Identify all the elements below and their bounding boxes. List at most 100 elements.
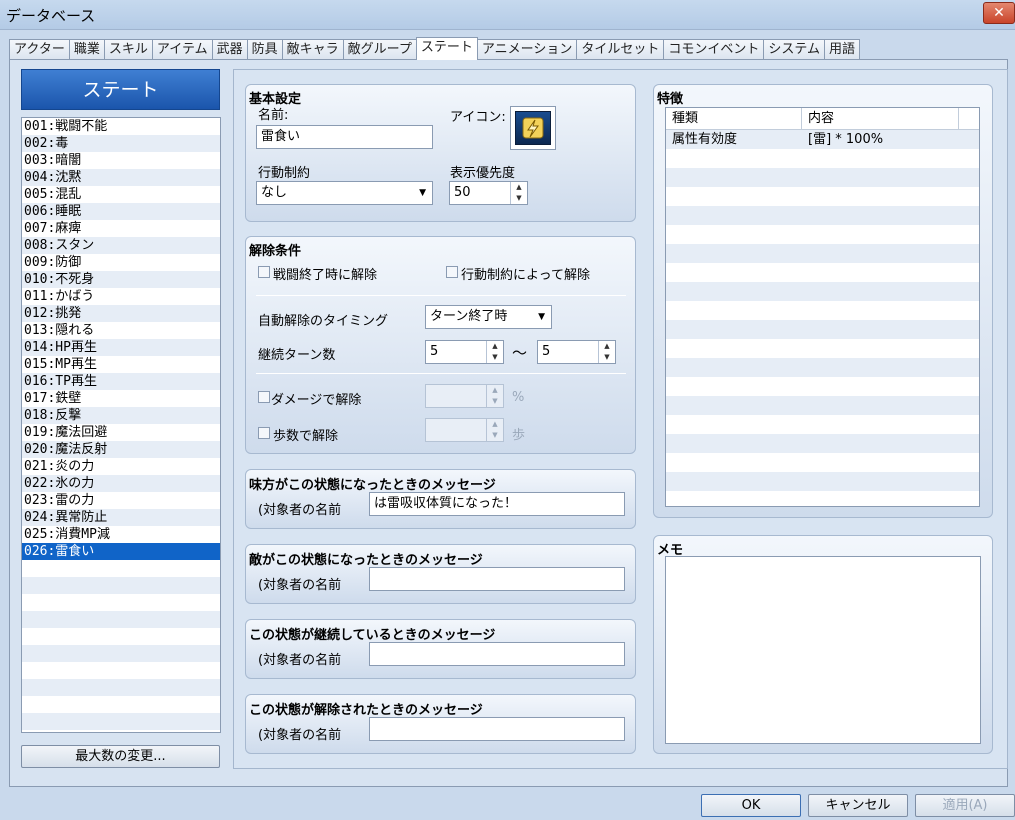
table-row[interactable] — [666, 149, 979, 168]
spin-down-icon[interactable]: ▼ — [487, 352, 503, 363]
list-item[interactable]: 026:雷食い — [22, 543, 220, 560]
tab-5[interactable]: 防具 — [246, 39, 283, 60]
list-item[interactable]: 004:沈黙 — [22, 169, 220, 186]
list-item[interactable]: 011:かばう — [22, 288, 220, 305]
message-3-input[interactable] — [369, 642, 625, 666]
name-input[interactable]: 雷食い — [256, 125, 433, 149]
memo-textarea[interactable] — [665, 556, 981, 744]
spin-up-icon[interactable]: ▲ — [511, 182, 527, 193]
table-row[interactable] — [666, 472, 979, 491]
spin-down-icon[interactable]: ▼ — [487, 396, 503, 407]
priority-stepper[interactable]: 50 ▲ ▼ — [449, 181, 528, 205]
turns-min-stepper[interactable]: 5 ▲ ▼ — [425, 340, 504, 364]
table-row[interactable] — [666, 491, 979, 506]
steps-removal-checkbox[interactable] — [258, 427, 270, 439]
list-item[interactable]: 003:暗闇 — [22, 152, 220, 169]
table-row[interactable] — [666, 339, 979, 358]
list-item[interactable]: 023:雷の力 — [22, 492, 220, 509]
list-item[interactable]: 009:防御 — [22, 254, 220, 271]
icon-selector[interactable] — [510, 106, 556, 150]
table-row[interactable] — [666, 415, 979, 434]
list-item[interactable]: 006:睡眠 — [22, 203, 220, 220]
list-item[interactable]: 024:異常防止 — [22, 509, 220, 526]
tab-3[interactable]: アイテム — [151, 39, 213, 60]
list-item[interactable] — [22, 594, 220, 611]
message-1-input[interactable]: は雷吸収体質になった！ — [369, 492, 625, 516]
turns-max-spin-buttons[interactable]: ▲ ▼ — [598, 341, 615, 363]
list-item[interactable]: 014:HP再生 — [22, 339, 220, 356]
list-item[interactable]: 010:不死身 — [22, 271, 220, 288]
list-item[interactable] — [22, 611, 220, 628]
spin-down-icon[interactable]: ▼ — [511, 193, 527, 204]
tab-1[interactable]: 職業 — [68, 39, 105, 60]
turns-min-spin-buttons[interactable]: ▲ ▼ — [486, 341, 503, 363]
list-item[interactable]: 020:魔法反射 — [22, 441, 220, 458]
list-item[interactable]: 005:混乱 — [22, 186, 220, 203]
ok-button[interactable]: OK — [701, 794, 801, 817]
table-row[interactable] — [666, 225, 979, 244]
table-row[interactable] — [666, 244, 979, 263]
tab-4[interactable]: 武器 — [211, 39, 248, 60]
list-item[interactable]: 008:スタン — [22, 237, 220, 254]
traits-table[interactable]: 種類 内容 属性有効度 [雷] * 100% — [665, 107, 980, 507]
list-item[interactable]: 016:TP再生 — [22, 373, 220, 390]
damage-spin-buttons[interactable]: ▲ ▼ — [486, 385, 503, 407]
damage-stepper[interactable]: ▲ ▼ — [425, 384, 504, 408]
spin-up-icon[interactable]: ▲ — [487, 385, 503, 396]
message-2-input[interactable] — [369, 567, 625, 591]
list-item[interactable] — [22, 696, 220, 713]
spin-down-icon[interactable]: ▼ — [487, 430, 503, 441]
list-item[interactable] — [22, 560, 220, 577]
list-item[interactable] — [22, 645, 220, 662]
tab-8[interactable]: ステート — [415, 37, 478, 60]
list-item[interactable] — [22, 713, 220, 730]
list-item[interactable]: 017:鉄壁 — [22, 390, 220, 407]
table-row[interactable] — [666, 301, 979, 320]
table-row[interactable] — [666, 320, 979, 339]
list-item[interactable]: 012:挑発 — [22, 305, 220, 322]
list-item[interactable]: 015:MP再生 — [22, 356, 220, 373]
apply-button[interactable]: 適用(A) — [915, 794, 1015, 817]
tab-7[interactable]: 敵グループ — [342, 39, 417, 60]
tab-11[interactable]: コモンイベント — [663, 39, 765, 60]
list-item[interactable] — [22, 679, 220, 696]
tab-12[interactable]: システム — [763, 39, 826, 60]
timing-select[interactable]: ターン終了時 ▼ — [425, 305, 552, 329]
list-item[interactable]: 001:戦闘不能 — [22, 118, 220, 135]
table-row[interactable] — [666, 282, 979, 301]
table-row[interactable] — [666, 263, 979, 282]
list-item[interactable]: 002:毒 — [22, 135, 220, 152]
priority-spin-buttons[interactable]: ▲ ▼ — [510, 182, 527, 204]
list-item[interactable]: 025:消費MP減 — [22, 526, 220, 543]
list-item[interactable]: 022:氷の力 — [22, 475, 220, 492]
list-item[interactable]: 007:麻痺 — [22, 220, 220, 237]
restriction-select[interactable]: なし ▼ — [256, 181, 433, 205]
battle-end-checkbox[interactable] — [258, 266, 270, 278]
table-row[interactable] — [666, 187, 979, 206]
spin-down-icon[interactable]: ▼ — [599, 352, 615, 363]
spin-up-icon[interactable]: ▲ — [487, 419, 503, 430]
tab-6[interactable]: 敵キャラ — [281, 39, 344, 60]
spin-up-icon[interactable]: ▲ — [487, 341, 503, 352]
close-button[interactable]: ✕ — [983, 2, 1015, 24]
list-item[interactable]: 013:隠れる — [22, 322, 220, 339]
damage-removal-checkbox[interactable] — [258, 391, 270, 403]
tab-13[interactable]: 用語 — [824, 39, 861, 60]
list-item[interactable] — [22, 662, 220, 679]
table-row[interactable]: 属性有効度 [雷] * 100% — [666, 130, 979, 149]
change-max-button[interactable]: 最大数の変更... — [21, 745, 220, 768]
list-item[interactable] — [22, 577, 220, 594]
tab-10[interactable]: タイルセット — [576, 39, 665, 60]
table-row[interactable] — [666, 434, 979, 453]
tab-0[interactable]: アクター — [9, 39, 70, 60]
table-row[interactable] — [666, 396, 979, 415]
cancel-button[interactable]: キャンセル — [808, 794, 908, 817]
turns-max-stepper[interactable]: 5 ▲ ▼ — [537, 340, 616, 364]
tab-9[interactable]: アニメーション — [476, 39, 578, 60]
list-item[interactable] — [22, 628, 220, 645]
restriction-removal-checkbox[interactable] — [446, 266, 458, 278]
table-row[interactable] — [666, 168, 979, 187]
message-4-input[interactable] — [369, 717, 625, 741]
list-item[interactable]: 021:炎の力 — [22, 458, 220, 475]
spin-up-icon[interactable]: ▲ — [599, 341, 615, 352]
